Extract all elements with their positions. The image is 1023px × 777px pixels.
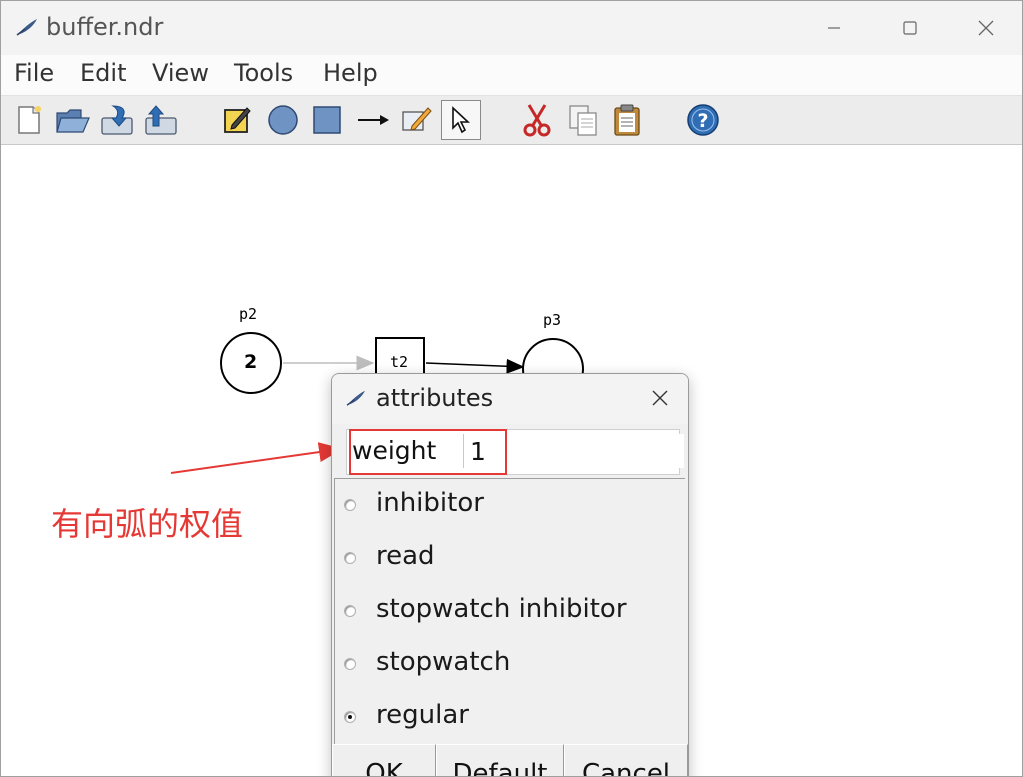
transition-tool-button[interactable] [307, 100, 347, 140]
default-button[interactable]: Default [436, 744, 564, 776]
ok-button[interactable]: OK [332, 744, 436, 776]
annotation-arrow [170, 442, 343, 474]
app-window: buffer.ndr File Edit View Tools Help ? p… [0, 0, 1023, 777]
minimize-icon [828, 27, 840, 29]
select-tool-button[interactable] [441, 100, 481, 140]
edit-pen-icon [402, 107, 432, 131]
menu-help[interactable]: Help [323, 59, 378, 87]
option-label: stopwatch [376, 647, 511, 677]
menu-file[interactable]: File [14, 59, 54, 87]
arc-type-options: inhibitor read stopwatch inhibitor stopw… [334, 478, 685, 744]
weight-field-row: weight [346, 429, 684, 475]
export-button[interactable] [141, 100, 181, 140]
menu-edit[interactable]: Edit [80, 59, 126, 87]
paste-icon [614, 104, 640, 136]
option-label: regular [376, 700, 469, 730]
close-icon [652, 390, 668, 406]
menu-view[interactable]: View [152, 59, 209, 87]
new-file-button[interactable] [9, 100, 49, 140]
pointer-icon [452, 106, 471, 134]
option-stopwatch[interactable]: stopwatch [335, 638, 685, 690]
option-read[interactable]: read [335, 532, 685, 584]
radio-stopwatch-inhibitor[interactable] [344, 605, 356, 617]
transition-t2-label: t2 [390, 353, 409, 371]
dialog-close-button[interactable] [646, 384, 674, 412]
paste-button[interactable] [607, 100, 647, 140]
menu-tools[interactable]: Tools [234, 59, 293, 87]
arc-t2-p3[interactable] [425, 358, 525, 374]
option-regular[interactable]: regular [335, 691, 685, 743]
help-button[interactable]: ? [683, 100, 723, 140]
maximize-button[interactable] [872, 1, 948, 55]
arc-tool-button[interactable] [353, 100, 393, 140]
attributes-dialog: attributes weight inhibitor read stopwat… [331, 373, 689, 776]
arc-arrow-icon [358, 115, 389, 125]
option-label: inhibitor [376, 488, 484, 518]
open-button[interactable] [53, 100, 93, 140]
annotation-label: 有向弧的权值 [51, 505, 244, 543]
weight-label: weight [352, 436, 437, 465]
cancel-button[interactable]: Cancel [564, 744, 688, 776]
radio-read[interactable] [344, 552, 356, 564]
help-icon: ? [687, 104, 719, 136]
place-p2-tokens: 2 [244, 351, 258, 373]
toolbar: ? [1, 96, 1022, 145]
cut-button[interactable] [517, 100, 557, 140]
maximize-icon [903, 21, 917, 35]
svg-text:?: ? [697, 110, 708, 132]
menu-bar: File Edit View Tools Help [1, 55, 1022, 96]
feather-pen-icon [16, 19, 37, 36]
dialog-title-bar: attributes [332, 374, 688, 424]
dialog-title: attributes [376, 384, 494, 412]
import-icon [101, 105, 133, 135]
title-bar: buffer.ndr [1, 1, 1022, 55]
option-label: read [376, 541, 435, 571]
minimize-button[interactable] [796, 1, 872, 55]
cut-scissors-icon [523, 104, 551, 137]
open-folder-icon [56, 109, 90, 133]
copy-button[interactable] [563, 100, 603, 140]
option-label: stopwatch inhibitor [376, 594, 627, 624]
export-icon [145, 105, 177, 135]
new-file-icon [18, 106, 41, 134]
close-icon [978, 20, 994, 36]
weight-input[interactable] [463, 434, 684, 468]
edit-note-button[interactable] [217, 100, 257, 140]
edit-pen-button[interactable] [397, 100, 437, 140]
radio-inhibitor[interactable] [344, 499, 356, 511]
feather-pen-icon [346, 390, 365, 406]
transition-square-icon [313, 106, 341, 134]
place-p2-label: p2 [239, 305, 258, 323]
option-stopwatch-inhibitor[interactable]: stopwatch inhibitor [335, 585, 685, 637]
radio-stopwatch[interactable] [344, 658, 356, 670]
edit-note-icon [224, 107, 251, 133]
place-p3-label: p3 [543, 311, 562, 329]
dialog-button-row: OK Default Cancel [332, 744, 688, 776]
import-button[interactable] [97, 100, 137, 140]
window-title: buffer.ndr [46, 13, 164, 41]
option-inhibitor[interactable]: inhibitor [335, 479, 685, 531]
copy-icon [569, 105, 597, 136]
place-tool-button[interactable] [263, 100, 303, 140]
close-button[interactable] [948, 1, 1022, 55]
radio-regular[interactable] [344, 711, 356, 723]
place-circle-icon [268, 105, 298, 135]
